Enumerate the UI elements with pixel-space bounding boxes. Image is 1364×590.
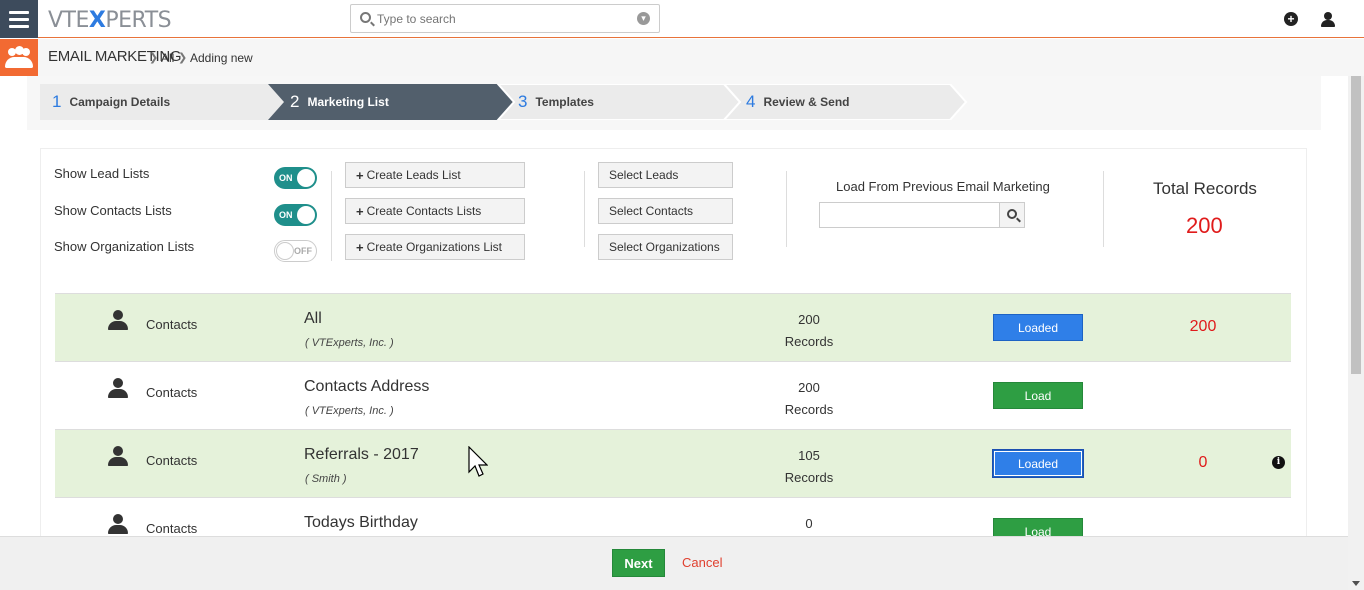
row-owner: ( VTExperts, Inc. ) [305,405,394,417]
select-organizations-button[interactable]: Select Organizations [598,234,733,260]
row-owner: ( VTExperts, Inc. ) [305,337,394,349]
show-organization-lists-label: Show Organization Lists [54,239,195,254]
chevron-down-icon[interactable]: ▾ [637,12,650,25]
row-records: 0 [805,516,813,531]
wizard-step-marketing-list[interactable]: 2 Marketing List [290,84,389,120]
row-records: 200 Records [784,312,834,349]
load-button[interactable]: Load [993,518,1083,536]
loaded-button[interactable]: Loaded [993,450,1083,477]
loaded-button[interactable]: Loaded [993,314,1083,341]
wizard-step-templates[interactable]: 3 Templates [518,84,594,120]
add-icon[interactable]: + [1284,12,1298,26]
person-icon [107,446,129,468]
scrollbar[interactable] [1348,76,1364,590]
table-row: Contacts All ( VTExperts, Inc. ) 200 Reco… [55,293,1291,361]
footer-bar [0,536,1348,590]
scrollbar-thumb[interactable] [1351,76,1361,374]
show-contacts-lists-label: Show Contacts Lists [54,203,172,218]
select-leads-button[interactable]: Select Leads [598,162,733,188]
wizard-step-review-send[interactable]: 4 Review & Send [746,84,850,120]
person-icon [107,514,129,536]
show-lead-lists-label: Show Lead Lists [54,166,150,181]
table-row: Contacts Contacts Address ( VTExperts, I… [55,361,1291,429]
cancel-link[interactable]: Cancel [682,555,722,570]
show-lead-lists-toggle[interactable]: ON [274,167,317,189]
create-contacts-lists-button[interactable]: + Create Contacts Lists [345,198,525,224]
divider [1103,171,1104,247]
load-previous-search-button[interactable] [999,202,1025,228]
show-contacts-lists-toggle[interactable]: ON [274,204,317,226]
row-list-name: Todays Birthday [304,514,418,531]
row-list-name: All [304,310,322,327]
top-bar: VTEXPERTS ▾ + [0,0,1364,38]
row-records: 200 Records [784,380,834,417]
row-list-name: Contacts Address [304,378,430,395]
row-owner: ( Smith ) [305,473,347,485]
divider [584,171,585,247]
menu-icon[interactable] [0,0,38,38]
create-leads-list-button[interactable]: + Create Leads List [345,162,525,188]
person-icon [107,378,129,400]
users-icon [0,39,38,76]
search-icon [360,12,371,23]
total-records-value: 200 [1186,213,1223,238]
cursor-icon [468,446,488,477]
row-module: Contacts [146,521,198,536]
total-records-label: Total Records [1153,179,1257,198]
load-previous-label: Load From Previous Email Marketing [836,179,1050,194]
person-icon [107,310,129,332]
divider [786,171,787,247]
table-row: Contacts Todays Birthday 0 Load [55,497,1291,536]
breadcrumb-bar: EMAIL MARKETING ❯ All ❯ Adding new [0,39,1364,76]
table-row: Contacts Referrals - 2017 ( Smith ) 105 R… [55,429,1291,497]
next-button[interactable]: Next [612,549,665,577]
breadcrumb-all[interactable]: All [161,51,174,65]
user-icon[interactable] [1321,12,1335,27]
row-records: 105 Records [784,448,834,485]
wizard-step-campaign-details[interactable]: 1 Campaign Details [52,84,170,120]
row-module: Contacts [146,385,198,400]
create-organizations-list-button[interactable]: + Create Organizations List [345,234,525,260]
load-button[interactable]: Load [993,382,1083,409]
show-organization-lists-toggle[interactable]: OFF [274,240,317,262]
row-loaded-count: 200 [1189,318,1217,335]
load-previous-input[interactable] [819,202,1000,228]
chevron-right-icon: ❯ [178,52,188,64]
breadcrumb-current: Adding new [190,51,253,65]
logo[interactable]: VTEXPERTS [48,8,172,33]
select-contacts-button[interactable]: Select Contacts [598,198,733,224]
scroll-down-icon[interactable] [1352,581,1360,586]
row-list-name: Referrals - 2017 [304,446,419,463]
row-module: Contacts [146,453,198,468]
search-icon [1007,209,1017,219]
divider [331,171,332,261]
row-loaded-count: 0 [1198,454,1208,471]
global-search: ▾ [350,4,660,33]
row-module: Contacts [146,317,198,332]
search-input[interactable] [377,10,627,28]
chevron-right-icon: ❯ [149,52,159,64]
info-icon[interactable]: i [1272,456,1285,469]
